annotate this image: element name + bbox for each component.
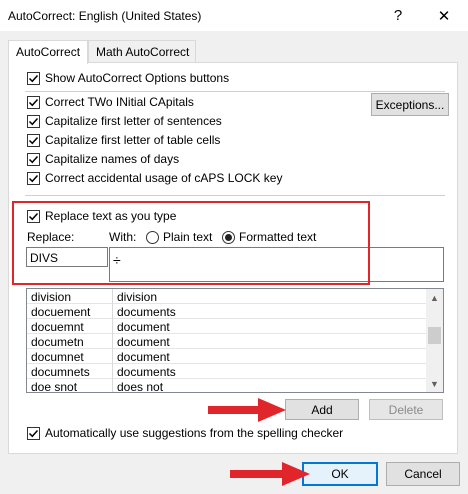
scroll-up-icon[interactable]: ▲	[426, 289, 443, 306]
list-item[interactable]: documetn document	[27, 334, 428, 349]
window-title: AutoCorrect: English (United States)	[8, 9, 202, 23]
close-button[interactable]: ✕	[424, 0, 464, 31]
entry-replace: division	[31, 290, 72, 304]
check-icon	[28, 155, 39, 163]
formatted-text-label: Formatted text	[239, 230, 317, 244]
check-icon	[28, 74, 39, 82]
tab-autocorrect[interactable]: AutoCorrect	[8, 40, 88, 64]
help-button[interactable]: ?	[378, 0, 418, 31]
close-icon: ✕	[437, 7, 451, 25]
check-icon	[28, 212, 39, 220]
with-label: With:	[109, 230, 137, 244]
show-buttons-checkbox[interactable]	[27, 71, 40, 85]
entry-replace: documetn	[31, 335, 84, 349]
two-initials-option[interactable]: Correct TWo INitial CApitals	[27, 94, 194, 110]
entry-replace: docuement	[31, 305, 91, 319]
scroll-thumb[interactable]	[428, 327, 441, 344]
plain-text-radio[interactable]	[146, 230, 159, 244]
formatted-text-option[interactable]: Formatted text	[222, 229, 316, 245]
entry-replace: doe snot	[31, 380, 78, 393]
entry-with: document	[117, 335, 170, 349]
days-option[interactable]: Capitalize names of days	[27, 151, 179, 167]
days-checkbox[interactable]	[27, 152, 40, 166]
with-input[interactable]: ÷	[109, 247, 444, 282]
exceptions-button[interactable]: Exceptions...	[371, 93, 449, 116]
two-initials-checkbox[interactable]	[27, 95, 40, 109]
replace-as-type-option[interactable]: Replace text as you type	[27, 208, 176, 224]
first-table-cell-option[interactable]: Capitalize first letter of table cells	[27, 132, 220, 148]
autocorrect-panel: Show AutoCorrect Options buttons Correct…	[8, 62, 458, 454]
arrow-to-ok-icon	[230, 462, 310, 486]
entry-with: division	[117, 290, 158, 304]
tab-math-autocorrect[interactable]: Math AutoCorrect	[88, 40, 196, 63]
first-sentence-option[interactable]: Capitalize first letter of sentences	[27, 113, 222, 129]
divider	[25, 195, 445, 196]
help-icon: ?	[393, 7, 403, 24]
auto-suggest-checkbox[interactable]	[27, 426, 40, 440]
list-item[interactable]: documnets documents	[27, 364, 428, 379]
auto-suggest-label: Automatically use suggestions from the s…	[45, 426, 344, 440]
replace-as-type-label: Replace text as you type	[45, 209, 177, 223]
formatted-text-radio[interactable]	[222, 230, 235, 244]
list-item[interactable]: division division	[27, 289, 428, 304]
first-table-cell-checkbox[interactable]	[27, 133, 40, 147]
show-buttons-option[interactable]: Show AutoCorrect Options buttons	[27, 70, 229, 86]
entry-with: does not	[117, 380, 164, 393]
entry-replace: documnet	[31, 350, 84, 364]
first-sentence-checkbox[interactable]	[27, 114, 40, 128]
plain-text-label: Plain text	[163, 230, 213, 244]
title-bar: AutoCorrect: English (United States) ? ✕	[0, 0, 468, 31]
scroll-down-icon[interactable]: ▼	[426, 375, 443, 392]
first-sentence-label: Capitalize first letter of sentences	[45, 114, 222, 128]
show-buttons-label: Show AutoCorrect Options buttons	[45, 71, 230, 85]
auto-suggest-option[interactable]: Automatically use suggestions from the s…	[27, 425, 343, 441]
arrow-to-add-icon	[208, 398, 286, 422]
entry-replace: documnets	[31, 365, 90, 379]
days-label: Capitalize names of days	[45, 152, 180, 166]
autocorrect-entries-list[interactable]: doe snot does not documnets documents documn…	[26, 288, 444, 393]
plain-text-option[interactable]: Plain text	[146, 229, 212, 245]
list-scrollbar[interactable]: ▲ ▼	[426, 289, 443, 392]
add-button-label: Add	[311, 402, 333, 417]
ok-button[interactable]: OK	[302, 462, 378, 486]
replace-as-type-checkbox[interactable]	[27, 209, 40, 223]
check-icon	[28, 429, 39, 437]
delete-button[interactable]: Delete	[369, 399, 443, 420]
replace-label: Replace:	[27, 230, 75, 244]
check-icon	[28, 136, 39, 144]
add-button[interactable]: Add	[285, 399, 359, 420]
divider	[25, 91, 445, 92]
replace-input[interactable]: DIVS	[26, 247, 108, 267]
caps-lock-option[interactable]: Correct accidental usage of cAPS LOCK ke…	[27, 170, 282, 186]
cancel-button[interactable]: Cancel	[386, 462, 460, 486]
entry-replace: docuemnt	[31, 320, 84, 334]
list-item[interactable]: docuement documents	[27, 304, 428, 319]
entry-with: document	[117, 350, 170, 364]
check-icon	[28, 117, 39, 125]
caps-lock-checkbox[interactable]	[27, 171, 40, 185]
list-item[interactable]: doe snot does not	[27, 379, 428, 393]
caps-lock-label: Correct accidental usage of cAPS LOCK ke…	[45, 171, 283, 185]
check-icon	[28, 174, 39, 182]
column-divider	[112, 289, 113, 392]
check-icon	[28, 98, 39, 106]
list-item[interactable]: docuemnt document	[27, 319, 428, 334]
entry-with: documents	[117, 365, 176, 379]
entry-with: documents	[117, 305, 176, 319]
first-table-cell-label: Capitalize first letter of table cells	[45, 133, 221, 147]
entry-with: document	[117, 320, 170, 334]
list-item[interactable]: documnet document	[27, 349, 428, 364]
two-initials-label: Correct TWo INitial CApitals	[45, 95, 194, 109]
